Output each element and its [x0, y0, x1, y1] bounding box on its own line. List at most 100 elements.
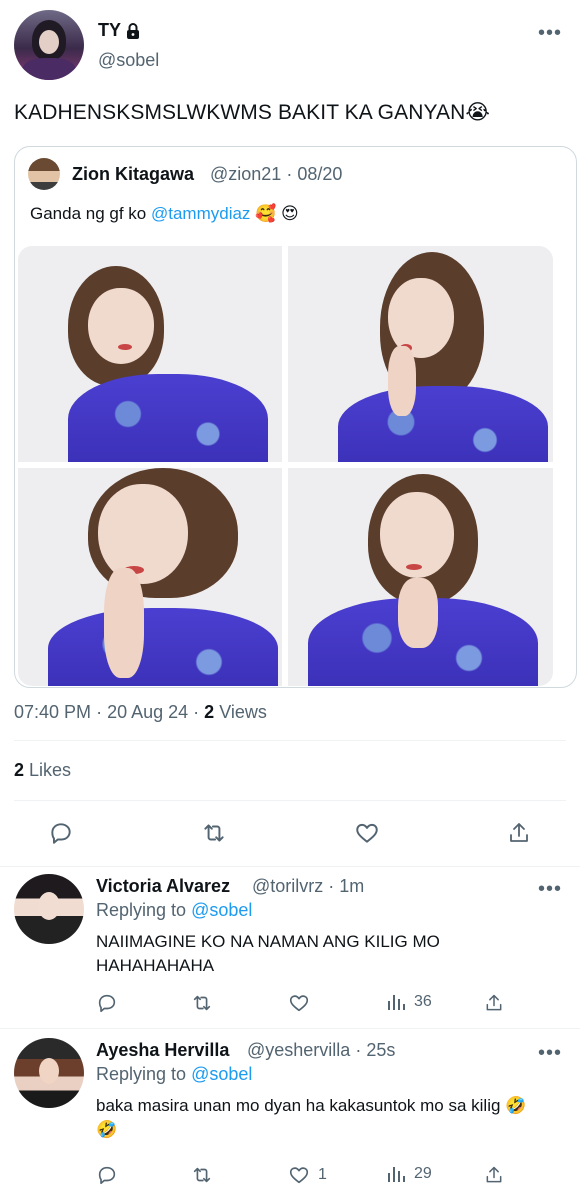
- retweet-button[interactable]: [190, 992, 214, 1014]
- mention-link[interactable]: @tammydiaz: [151, 204, 250, 223]
- retweet-icon: [193, 1167, 211, 1183]
- photo-dress: [338, 386, 548, 462]
- reply-author-handle: @torilvrz: [252, 876, 324, 896]
- reply-avatar[interactable]: [14, 874, 84, 944]
- reply-meta: @torilvrz · 1m: [252, 876, 364, 897]
- photo-hand: [104, 568, 144, 678]
- reply-icon: [98, 994, 116, 1013]
- photo-hand: [398, 578, 438, 648]
- heart-icon: [356, 823, 378, 843]
- share-icon: [486, 1166, 502, 1183]
- tweet-timestamp[interactable]: 07:40 PM · 20 Aug 24 · 2 Views: [14, 702, 267, 723]
- photo-dress: [68, 374, 268, 462]
- like-button[interactable]: [288, 992, 318, 1014]
- likes-count: 2: [14, 760, 25, 780]
- photo-3[interactable]: [18, 468, 282, 686]
- reply-button[interactable]: [96, 1164, 118, 1186]
- more-icon[interactable]: •••: [538, 22, 562, 45]
- views-count: 36: [414, 993, 432, 1010]
- tweet-text: KADHENSKSMSLWKWMS BAKIT KA GANYAN😭: [14, 101, 491, 124]
- views-button[interactable]: 36: [386, 992, 432, 1012]
- author-name: TY: [98, 20, 122, 40]
- replying-to: Replying to @sobel: [96, 900, 252, 921]
- reply-time: 1m: [339, 876, 365, 896]
- reply-author-handle: @yeshervilla: [247, 1040, 351, 1060]
- quote-author-avatar[interactable]: [28, 158, 60, 190]
- retweet-icon: [204, 824, 224, 842]
- like-count: 1: [318, 1166, 327, 1183]
- photo-2[interactable]: [288, 246, 553, 462]
- reply-avatar[interactable]: [14, 1038, 84, 1108]
- views-button[interactable]: 29: [386, 1164, 432, 1184]
- quote-meta: @zion21 · 08/20: [210, 164, 342, 185]
- views-count: 2: [204, 702, 215, 722]
- photo-1[interactable]: [18, 246, 282, 462]
- photo-4[interactable]: [288, 468, 553, 686]
- photo-face: [88, 288, 154, 364]
- more-icon[interactable]: •••: [538, 878, 562, 901]
- views-icon: [388, 995, 405, 1010]
- quote-date: 08/20: [297, 164, 343, 184]
- quote-author-name[interactable]: Zion Kitagawa: [72, 164, 194, 185]
- reply-text: baka masira unan mo dyan ha kakasuntok m…: [96, 1096, 527, 1139]
- share-button[interactable]: [484, 1164, 504, 1186]
- photo-lips: [406, 564, 422, 570]
- reply-button[interactable]: [48, 820, 74, 846]
- replying-to: Replying to @sobel: [96, 1064, 252, 1085]
- retweet-button[interactable]: [190, 1164, 214, 1186]
- avatar-face: [38, 892, 60, 920]
- replying-handle[interactable]: @sobel: [191, 1064, 252, 1084]
- divider: [14, 800, 566, 801]
- like-button[interactable]: [354, 820, 380, 846]
- share-button[interactable]: [507, 820, 531, 846]
- reply-icon: [51, 823, 71, 844]
- reply-text: NAIIMAGINE KO NA NAMAN ANG KILIG MO HAHA…: [96, 932, 440, 975]
- photo-lips: [118, 344, 132, 350]
- author-handle[interactable]: @sobel: [98, 50, 159, 71]
- meta-separator: ·: [96, 702, 108, 722]
- replying-handle[interactable]: @sobel: [191, 900, 252, 920]
- avatar-body: [22, 58, 76, 80]
- lock-icon: [126, 22, 140, 39]
- photo-hand: [388, 346, 416, 416]
- avatar-face: [39, 1058, 59, 1084]
- heart-icon: [289, 995, 309, 1012]
- likes-row[interactable]: 2 Likes: [14, 760, 71, 781]
- quote-emojis: 🥰 😍: [255, 204, 299, 223]
- replying-label: Replying to: [96, 900, 187, 920]
- quote-text-prefix: Ganda ng gf ko: [30, 204, 151, 223]
- share-icon: [510, 823, 528, 842]
- photo-dress: [48, 608, 278, 686]
- like-button[interactable]: 1: [288, 1164, 327, 1186]
- retweet-icon: [193, 995, 211, 1011]
- reply-author-name[interactable]: Ayesha Hervilla: [96, 1040, 229, 1061]
- tweet-date: 20 Aug 24: [107, 702, 189, 722]
- photo-grid: [18, 246, 553, 686]
- quote-author-handle: @zion21: [210, 164, 282, 184]
- share-button[interactable]: [484, 992, 504, 1014]
- views-icon: [388, 1167, 405, 1182]
- retweet-button[interactable]: [200, 820, 228, 846]
- tweet-time: 07:40 PM: [14, 702, 92, 722]
- quote-text: Ganda ng gf ko @tammydiaz 🥰 😍: [30, 204, 299, 224]
- reply-time: 25s: [366, 1040, 396, 1060]
- views-count: 29: [414, 1165, 432, 1182]
- avatar-face: [39, 30, 59, 54]
- reply-author-name[interactable]: Victoria Alvarez: [96, 876, 230, 897]
- meta-separator: ·: [286, 164, 298, 184]
- meta-separator: ·: [193, 702, 205, 722]
- author-avatar[interactable]: [14, 10, 84, 80]
- replying-label: Replying to: [96, 1064, 187, 1084]
- meta-separator: ·: [328, 876, 340, 896]
- likes-label: Likes: [29, 760, 72, 780]
- views-label: Views: [219, 702, 267, 722]
- divider: [0, 866, 580, 867]
- author-name-row[interactable]: TY: [98, 20, 140, 41]
- divider: [0, 1028, 580, 1029]
- more-icon[interactable]: •••: [538, 1042, 562, 1065]
- meta-separator: ·: [355, 1040, 367, 1060]
- reply-button[interactable]: [96, 992, 118, 1014]
- divider: [14, 740, 566, 741]
- reply-icon: [98, 1166, 116, 1185]
- share-icon: [486, 994, 502, 1011]
